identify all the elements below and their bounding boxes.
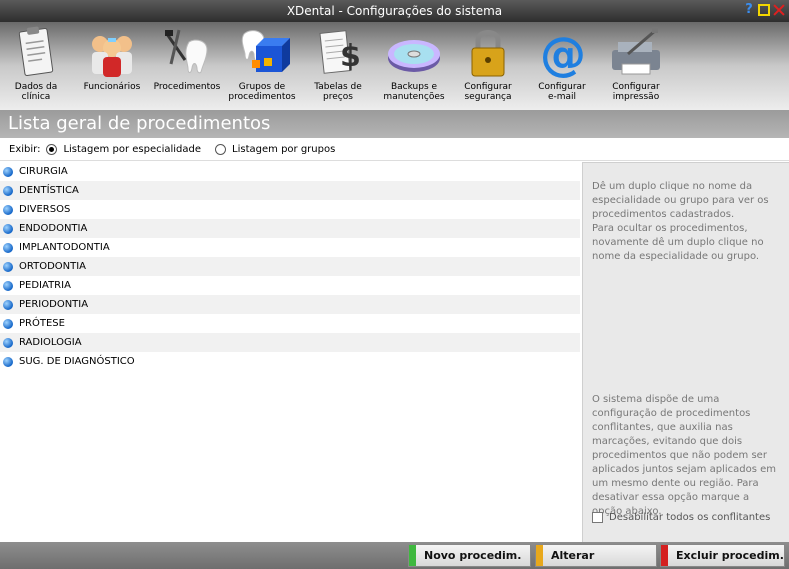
list-item-diversos[interactable]: DIVERSOS	[0, 200, 580, 219]
list-item-ortodontia[interactable]: ORTODONTIA	[0, 257, 580, 276]
radio-label: Listagem por grupos	[232, 144, 336, 155]
list-item-sug-diagnostico[interactable]: SUG. DE DIAGNÓSTICO	[0, 352, 580, 371]
list-item-label: PRÓTESE	[19, 318, 65, 329]
list-item-label: RADIOLOGIA	[19, 337, 82, 348]
filter-label: Exibir:	[9, 144, 41, 155]
bullet-icon	[3, 318, 13, 329]
button-label: Alterar procedim.	[551, 549, 595, 562]
toolbar-label: Configurar segurança	[464, 82, 512, 102]
info-panel: Dê um duplo clique no nome da especialid…	[582, 162, 789, 542]
padlock-icon	[460, 24, 516, 80]
toolbar-backups[interactable]: Backups e manutenções	[380, 24, 448, 108]
list-item-cirurgia[interactable]: CIRURGIA	[0, 162, 580, 181]
price-table-icon: $	[310, 24, 366, 80]
window-title: XDental - Configurações do sistema	[286, 4, 503, 18]
toolbar-label: Backups e manutenções	[383, 82, 445, 102]
radio-especialidade[interactable]: Listagem por especialidade	[46, 144, 201, 155]
title-bar: XDental - Configurações do sistema ?	[0, 0, 789, 22]
toolbar-impressao[interactable]: Configurar impressão	[604, 24, 668, 108]
delete-procedure-button[interactable]: Excluir procedim.	[660, 544, 785, 567]
edit-procedure-button[interactable]: Alterar procedim.	[535, 544, 657, 567]
list-item-label: SUG. DE DIAGNÓSTICO	[19, 356, 135, 367]
toolbar-label: Procedimentos	[153, 82, 221, 92]
radio-label: Listagem por especialidade	[63, 144, 202, 155]
at-icon: @	[534, 24, 590, 81]
tooth-group-icon	[234, 24, 290, 80]
svg-text:$: $	[340, 39, 361, 74]
svg-text:@: @	[540, 27, 586, 80]
disc-icon	[386, 24, 442, 80]
toolbar-label: Funcionários	[83, 82, 141, 92]
list-item-label: DENTÍSTICA	[19, 185, 79, 196]
toolbar-dados-clinica[interactable]: Dados da clínica	[8, 24, 64, 108]
list-item-radiologia[interactable]: RADIOLOGIA	[0, 333, 580, 352]
list-item-label: PEDIATRIA	[19, 280, 71, 291]
list-item-label: PERIODONTIA	[19, 299, 89, 310]
list-item-periodontia[interactable]: PERIODONTIA	[0, 295, 580, 314]
button-stripe	[409, 545, 416, 566]
disable-conflicts-checkbox[interactable]: Desabilitar todos os conflitantes	[592, 512, 770, 523]
bullet-icon	[3, 204, 13, 215]
bullet-icon	[3, 223, 13, 234]
toolbar-seguranca[interactable]: Configurar segurança	[460, 24, 516, 108]
bottom-bar: Novo procedim. Alterar procedim. Excluir…	[0, 542, 789, 569]
bullet-icon	[3, 242, 13, 253]
list-item-label: CIRURGIA	[19, 166, 68, 177]
list-item-label: ENDODONTIA	[19, 223, 88, 234]
toolbar-label: Grupos de procedimentos	[228, 82, 296, 102]
clipboard-icon	[8, 24, 64, 80]
bullet-icon	[3, 166, 13, 177]
button-label: Excluir procedim.	[676, 549, 784, 562]
bullet-icon	[3, 185, 13, 196]
bullet-icon	[3, 337, 13, 348]
button-stripe	[661, 545, 668, 566]
list-item-label: IMPLANTODONTIA	[19, 242, 110, 253]
toolbar: Dados da clínica Funcionários Procedimen	[0, 22, 789, 110]
checkbox[interactable]	[592, 512, 603, 523]
bullet-icon	[3, 280, 13, 291]
info-help-text: Dê um duplo clique no nome da especialid…	[592, 181, 769, 262]
toolbar-label: Tabelas de preços	[314, 82, 362, 102]
list-item-label: ORTODONTIA	[19, 261, 87, 272]
toolbar-label: Dados da clínica	[14, 82, 58, 102]
help-icon[interactable]: ?	[743, 3, 755, 16]
toolbar-tabelas[interactable]: $ Tabelas de preços	[308, 24, 368, 108]
button-stripe	[536, 545, 543, 566]
toolbar-email[interactable]: @ Configurar e-mail	[534, 24, 590, 108]
toolbar-funcionarios[interactable]: Funcionários	[78, 24, 146, 108]
new-procedure-button[interactable]: Novo procedim.	[408, 544, 531, 567]
bullet-icon	[3, 299, 13, 310]
radio-button[interactable]	[46, 144, 58, 155]
radio-button[interactable]	[215, 144, 227, 155]
info-conflict-text: O sistema dispõe de uma configuração de …	[592, 394, 776, 517]
button-label: Novo procedim.	[424, 549, 522, 562]
list-item-endodontia[interactable]: ENDODONTIA	[0, 219, 580, 238]
list-item-implantodontia[interactable]: IMPLANTODONTIA	[0, 238, 580, 257]
toolbar-label: Configurar e-mail	[538, 82, 586, 102]
printer-icon	[608, 24, 664, 80]
list-item-label: DIVERSOS	[19, 204, 71, 215]
checkbox-label: Desabilitar todos os conflitantes	[609, 512, 771, 523]
list-item-protese[interactable]: PRÓTESE	[0, 314, 580, 333]
staff-icon	[84, 24, 140, 80]
radio-grupos[interactable]: Listagem por grupos	[215, 144, 335, 155]
specialty-list: CIRURGIA DENTÍSTICA DIVERSOS ENDODONTIA …	[0, 162, 580, 542]
close-icon[interactable]	[773, 4, 785, 16]
dental-tools-icon	[159, 24, 215, 80]
toolbar-label: Configurar impressão	[612, 82, 660, 102]
bullet-icon	[3, 356, 13, 367]
section-title: Lista geral de procedimentos	[0, 110, 789, 138]
list-item-dentistica[interactable]: DENTÍSTICA	[0, 181, 580, 200]
toolbar-grupos[interactable]: Grupos de procedimentos	[226, 24, 298, 108]
toolbar-procedimentos[interactable]: Procedimentos	[152, 24, 222, 108]
window-controls: ?	[743, 3, 785, 16]
filter-row: Exibir: Listagem por especialidade Lista…	[0, 139, 789, 161]
bullet-icon	[3, 261, 13, 272]
list-item-pediatria[interactable]: PEDIATRIA	[0, 276, 580, 295]
maximize-icon[interactable]	[758, 4, 770, 16]
